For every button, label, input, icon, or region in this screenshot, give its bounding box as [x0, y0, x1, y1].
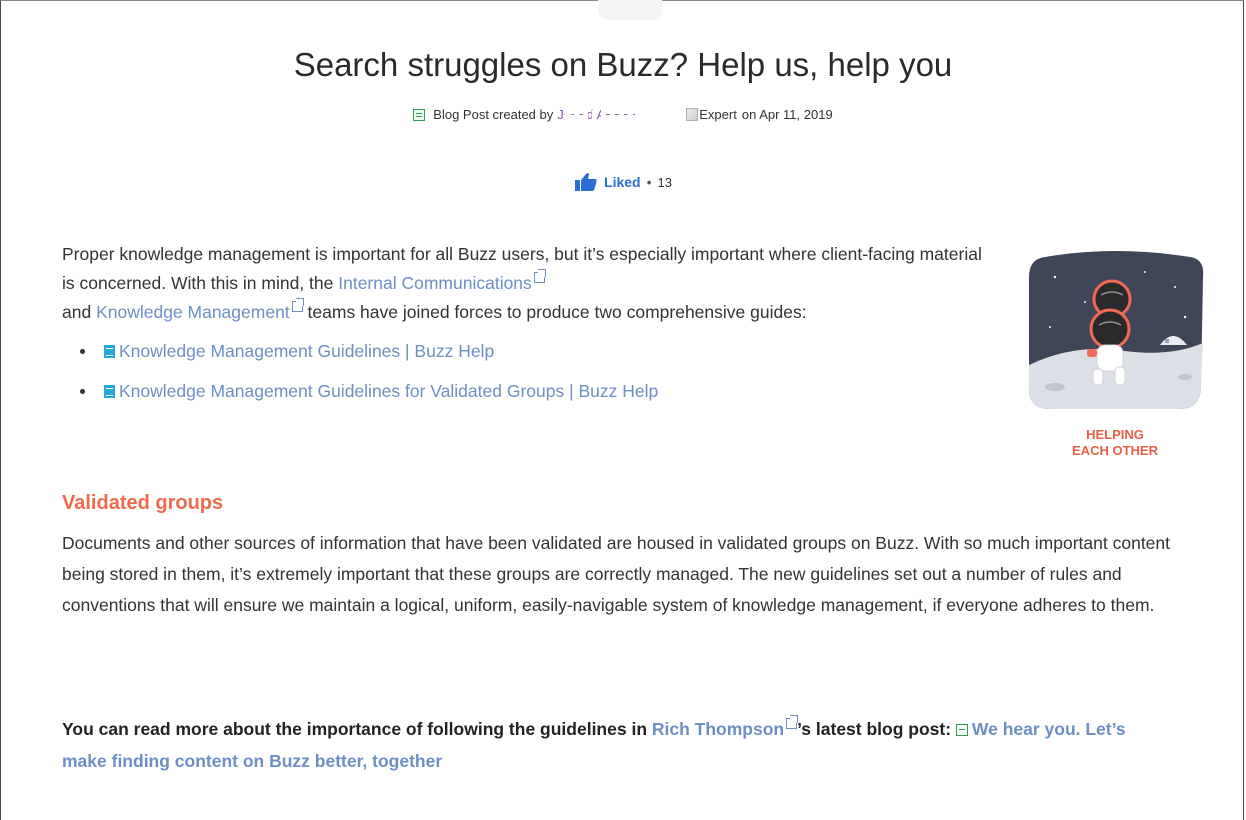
promo-caption: HELPING EACH OTHER — [1025, 427, 1205, 459]
post-meta: Blog Post created by J−−−d A−−−− Expert … — [0, 107, 1246, 122]
section-body: Documents and other sources of informati… — [62, 533, 1171, 615]
thumbs-up-icon[interactable] — [574, 172, 598, 192]
document-icon — [104, 385, 115, 398]
blog-post-icon — [413, 108, 426, 121]
knowledge-management-label[interactable]: Knowledge Management — [96, 302, 290, 322]
closing-text: ’s latest blog post: — [797, 719, 956, 739]
promo-caption-line: EACH OTHER — [1072, 443, 1158, 458]
internal-communications-label[interactable]: Internal Communications — [338, 273, 532, 293]
rich-thompson-link[interactable]: Rich Thompson — [652, 715, 799, 739]
post-title: Search struggles on Buzz? Help us, help … — [293, 46, 953, 83]
guide-link-label[interactable]: Knowledge Management Guidelines | Buzz H… — [119, 341, 494, 361]
blog-post-icon — [955, 724, 968, 736]
external-link-icon — [786, 715, 799, 729]
document-icon — [104, 345, 115, 358]
expert-badge-icon — [686, 108, 699, 121]
intro-paragraph: Proper knowledge management is important… — [62, 240, 997, 327]
top-tab — [598, 0, 662, 20]
liked-label[interactable]: Liked — [604, 174, 641, 190]
like-control[interactable]: Liked • 13 — [0, 172, 1246, 192]
astronaut-illustration — [1029, 251, 1204, 409]
closing-paragraph: You can read more about the importance o… — [62, 713, 1162, 777]
intro-text: teams have joined forces to produce two … — [302, 302, 807, 322]
section-heading: Validated groups — [62, 492, 224, 514]
guide-link-kmg-validated[interactable]: Knowledge Management Guidelines for Vali… — [104, 381, 658, 401]
post-date: on Apr 11, 2019 — [741, 107, 833, 122]
knowledge-management-link[interactable]: Knowledge Management — [96, 298, 304, 322]
liked-separator: • — [646, 174, 652, 190]
author-link[interactable]: J−−−d A−−−− — [557, 107, 672, 122]
guide-link-label[interactable]: Knowledge Management Guidelines for Vali… — [119, 381, 658, 401]
external-link-icon — [533, 269, 546, 283]
meta-prefix: Blog Post created by — [433, 107, 554, 122]
closing-text: You can read more about the importance o… — [62, 719, 652, 739]
promo-caption-line: HELPING — [1086, 427, 1144, 442]
like-count[interactable]: 13 — [658, 175, 672, 190]
external-link-icon — [291, 298, 304, 312]
internal-communications-link[interactable]: Internal Communications — [338, 269, 546, 293]
helping-each-other-image: HELPING EACH OTHER — [1025, 247, 1205, 467]
rich-thompson-label[interactable]: Rich Thompson — [652, 719, 784, 739]
guide-link-kmg[interactable]: Knowledge Management Guidelines | Buzz H… — [104, 341, 494, 361]
author-badge-alt: Expert — [699, 107, 737, 122]
intro-text: and — [62, 302, 97, 322]
